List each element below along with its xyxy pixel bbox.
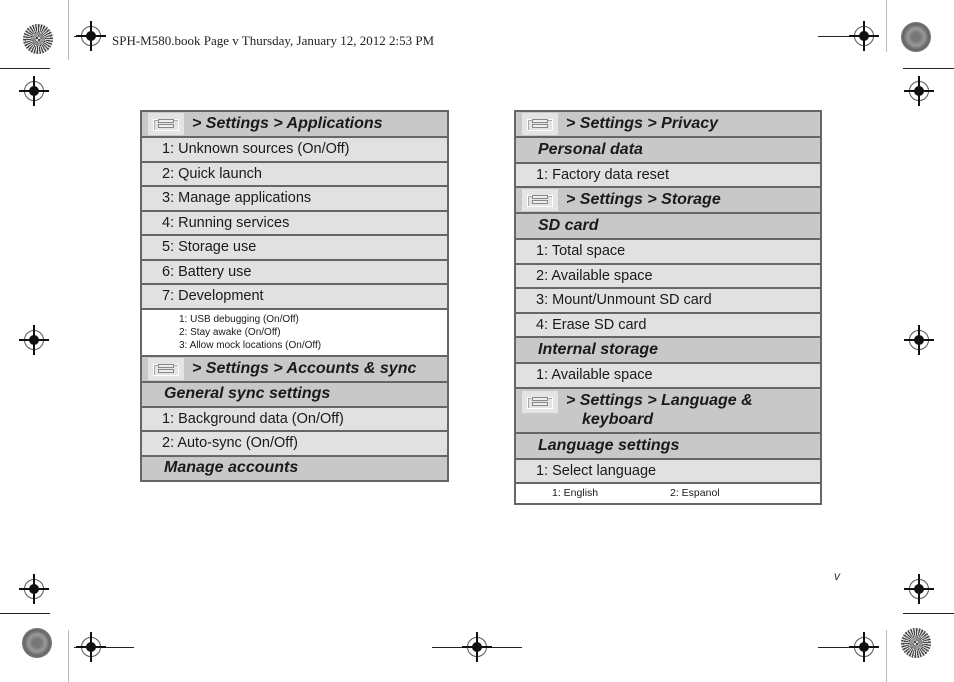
manage-accounts-section: Manage accounts	[142, 456, 447, 480]
menu-item: 1: Factory data reset	[516, 164, 820, 186]
personal-data-section: Personal data	[516, 138, 820, 162]
language-header: > Settings > Language & keyboard	[516, 388, 820, 432]
menu-key-icon	[522, 113, 558, 135]
menu-item: 2: Auto-sync (On/Off)	[142, 432, 447, 455]
menu-key-icon	[522, 189, 558, 211]
crop-mark	[886, 630, 887, 682]
crop-mark	[68, 630, 69, 682]
crop-mark	[0, 613, 50, 614]
menu-item: 1: Select language	[516, 459, 820, 482]
menu-key-icon	[522, 390, 558, 413]
registration-target-icon	[904, 325, 934, 355]
menu-item: 1: Background data (On/Off)	[142, 407, 447, 430]
development-submenu: 1: USB debugging (On/Off) 2: Stay awake …	[142, 309, 447, 355]
registration-target-icon	[19, 76, 49, 106]
internal-storage-section: Internal storage	[516, 338, 820, 362]
language-settings-section: Language settings	[516, 433, 820, 458]
menu-key-icon	[148, 113, 184, 135]
registration-target-icon	[76, 21, 106, 51]
registration-target-icon	[19, 325, 49, 355]
registration-rosette-icon	[901, 628, 931, 658]
applications-accounts-menu-table: > Settings > Applications 1: Unknown sou…	[140, 110, 449, 482]
registration-rosette-icon	[901, 22, 931, 52]
accounts-title: > Settings > Accounts & sync	[192, 359, 417, 377]
privacy-header: > Settings > Privacy	[516, 112, 820, 136]
crop-mark	[903, 613, 954, 614]
registration-target-icon	[19, 574, 49, 604]
crop-mark	[886, 0, 887, 52]
menu-item: 3: Mount/Unmount SD card	[516, 289, 820, 312]
menu-item: 1: Available space	[516, 364, 820, 387]
submenu-item: 3: Allow mock locations (On/Off)	[179, 339, 322, 351]
accounts-header: > Settings > Accounts & sync	[142, 356, 447, 381]
crop-mark	[68, 0, 69, 60]
menu-item: 6: Battery use	[142, 260, 447, 283]
language-title-line1: > Settings > Language &	[566, 391, 753, 409]
menu-item: 1: Unknown sources (On/Off)	[142, 138, 447, 161]
privacy-title: > Settings > Privacy	[566, 115, 719, 132]
menu-item: 1: Total space	[516, 240, 820, 263]
registration-target-icon	[849, 21, 879, 51]
registration-target-icon	[904, 76, 934, 106]
registration-target-icon	[904, 574, 934, 604]
menu-item: 5: Storage use	[142, 236, 447, 259]
registration-target-icon	[76, 632, 106, 662]
general-sync-section: General sync settings	[142, 382, 447, 406]
running-head: SPH-M580.book Page v Thursday, January 1…	[112, 33, 435, 48]
registration-target-icon	[462, 632, 492, 662]
crop-mark	[0, 68, 50, 69]
registration-rosette-icon	[23, 24, 53, 54]
storage-title: > Settings > Storage	[566, 191, 721, 208]
language-option: 1: English	[552, 487, 599, 499]
menu-item: 7: Development	[142, 285, 447, 308]
menu-item: 3: Manage applications	[142, 187, 447, 210]
language-option: 2: Espanol	[670, 487, 720, 499]
storage-header: > Settings > Storage	[516, 188, 820, 212]
language-options: 1: English 2: Espanol	[516, 483, 820, 503]
applications-header: > Settings > Applications	[142, 112, 447, 136]
applications-title: > Settings > Applications	[192, 115, 383, 132]
crop-mark	[903, 68, 954, 69]
menu-item: 2: Available space	[516, 264, 820, 287]
menu-item: 4: Running services	[142, 211, 447, 234]
page-number: v	[834, 569, 840, 583]
menu-item: 2: Quick launch	[142, 162, 447, 185]
submenu-item: 2: Stay awake (On/Off)	[179, 326, 281, 338]
menu-item: 4: Erase SD card	[516, 313, 820, 336]
registration-rosette-icon	[22, 628, 52, 658]
language-title-line2: keyboard	[582, 410, 654, 428]
menu-key-icon	[148, 357, 184, 380]
sd-card-section: SD card	[516, 214, 820, 238]
registration-target-icon	[849, 632, 879, 662]
privacy-storage-language-menu-table: > Settings > Privacy Personal data 1: Fa…	[514, 110, 822, 505]
submenu-item: 1: USB debugging (On/Off)	[179, 313, 299, 325]
